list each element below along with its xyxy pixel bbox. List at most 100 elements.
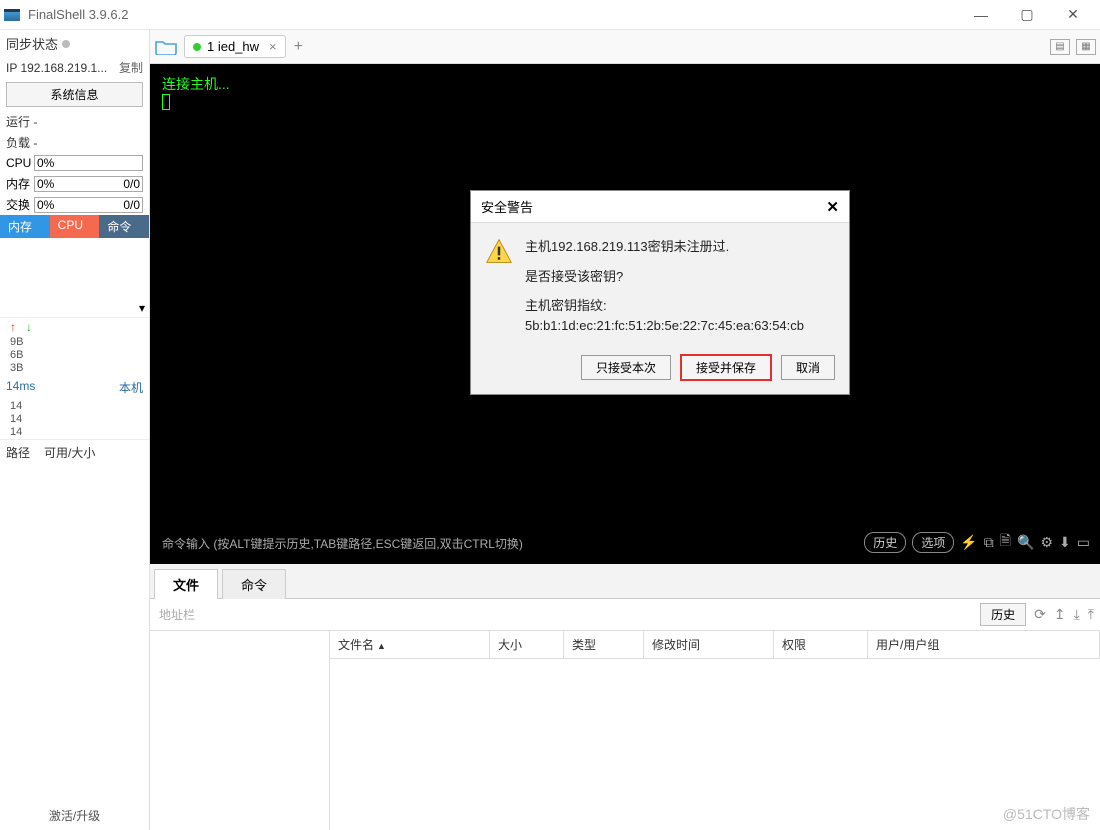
swap-value: 0%	[37, 198, 54, 212]
file-list: 文件名▲ 大小 类型 修改时间 权限 用户/用户组	[330, 631, 1100, 830]
sync-status: 同步状态	[0, 30, 149, 57]
history-button[interactable]: 历史	[864, 532, 906, 553]
col-user[interactable]: 用户/用户组	[868, 631, 1100, 658]
tab-files[interactable]: 文件	[154, 569, 218, 599]
col-perm[interactable]: 权限	[774, 631, 868, 658]
tab-close-icon[interactable]: ×	[269, 39, 277, 54]
address-input[interactable]: 地址栏	[156, 603, 972, 626]
close-button[interactable]: ✕	[1050, 0, 1096, 30]
cancel-button[interactable]: 取消	[781, 355, 835, 380]
ping-value: 14ms	[6, 379, 35, 396]
tab-command[interactable]: 命令	[99, 215, 149, 238]
layout-grid-icon[interactable]: ▤	[1050, 39, 1070, 55]
upload-arrow-icon: ↑	[10, 320, 16, 334]
content-area: 1 ied_hw × + ▤ ▦ 连接主机... 命令输入 (按ALT键提示历史…	[150, 30, 1100, 830]
disk-path-label: 路径	[6, 444, 30, 461]
sort-asc-icon: ▲	[377, 641, 386, 651]
terminal-toolbar: 历史 选项 ⚡ ⧉ 🗎 🔍 ⚙ ⬇ ▭	[864, 530, 1090, 554]
col-size[interactable]: 大小	[490, 631, 564, 658]
memory-label: 内存	[6, 175, 34, 192]
app-icon	[4, 9, 20, 21]
fullscreen-icon[interactable]: ▭	[1077, 534, 1090, 551]
disk-size-label: 可用/大小	[44, 444, 95, 461]
uptime-line: 运行 -	[0, 111, 149, 132]
dialog-title: 安全警告	[481, 197, 533, 216]
ip-text: IP 192.168.219.1...	[6, 61, 107, 75]
folder-open-icon[interactable]	[154, 37, 178, 57]
accept-save-button[interactable]: 接受并保存	[681, 355, 771, 380]
traffic-y-labels: 9B 6B 3B	[0, 336, 149, 375]
add-tab-button[interactable]: +	[294, 38, 303, 56]
memory-total: 0/0	[123, 177, 140, 191]
session-tab[interactable]: 1 ied_hw ×	[184, 35, 286, 58]
traffic-row: ↑ ↓	[0, 318, 149, 336]
download-icon[interactable]: ⬇	[1059, 534, 1071, 551]
watermark: @51CTO博客	[1003, 804, 1090, 824]
col-filename[interactable]: 文件名▲	[330, 631, 490, 658]
tab-label: 1 ied_hw	[207, 39, 259, 54]
app-title: FinalShell 3.9.6.2	[28, 7, 128, 22]
warning-icon	[485, 237, 513, 265]
copy-icon[interactable]: ⧉	[984, 534, 994, 551]
window-controls: — ▢ ✕	[958, 0, 1096, 30]
sync-dot-icon	[62, 40, 70, 48]
layout-buttons: ▤ ▦	[1050, 39, 1096, 55]
address-history-button[interactable]: 历史	[980, 603, 1026, 626]
file-columns: 文件名▲ 大小 类型 修改时间 权限 用户/用户组	[330, 631, 1100, 659]
download2-icon[interactable]: ⤒	[1088, 606, 1094, 623]
search-icon[interactable]: 🔍	[1017, 534, 1034, 551]
dialog-titlebar: 安全警告 ✕	[471, 191, 849, 223]
accept-once-button[interactable]: 只接受本次	[581, 355, 671, 380]
monitor-tabs: 内存 CPU 命令	[0, 215, 149, 238]
system-info-button[interactable]: 系统信息	[6, 82, 143, 107]
col-mtime[interactable]: 修改时间	[644, 631, 774, 658]
tab-memory[interactable]: 内存	[0, 215, 50, 238]
security-dialog: 安全警告 ✕ 主机192.168.219.113密钥未注册过. 是否接受该密钥?…	[470, 190, 850, 395]
maximize-button[interactable]: ▢	[1004, 0, 1050, 30]
ping-series: 14 14 14	[0, 400, 149, 439]
tab-cpu[interactable]: CPU	[50, 215, 100, 238]
memory-meter: 内存 0% 0/0	[0, 173, 149, 194]
titlebar: FinalShell 3.9.6.2 — ▢ ✕	[0, 0, 1100, 30]
gear-icon[interactable]: ⚙	[1040, 534, 1053, 551]
memory-chart: ▾	[0, 238, 149, 318]
cpu-value: 0%	[37, 156, 54, 170]
file-area: 文件名▲ 大小 类型 修改时间 权限 用户/用户组	[150, 631, 1100, 830]
options-button[interactable]: 选项	[912, 532, 954, 553]
copy-button[interactable]: 复制	[119, 59, 143, 76]
upload-icon[interactable]: ⤓	[1074, 606, 1080, 623]
refresh-icon[interactable]: ⟳	[1034, 606, 1046, 623]
download-arrow-icon: ↓	[26, 320, 32, 334]
local-host-button[interactable]: 本机	[119, 379, 143, 396]
fingerprint-value: 5b:b1:1d:ec:21:fc:51:2b:5e:22:7c:45:ea:6…	[525, 318, 804, 333]
ip-row: IP 192.168.219.1... 复制	[0, 57, 149, 78]
load-line: 负载 -	[0, 132, 149, 153]
lightning-icon[interactable]: ⚡	[960, 534, 977, 551]
tab-bar: 1 ied_hw × + ▤ ▦	[150, 30, 1100, 64]
swap-label: 交换	[6, 196, 34, 213]
lower-tabs: 文件 命令	[150, 564, 1100, 599]
dialog-buttons: 只接受本次 接受并保存 取消	[471, 355, 849, 394]
sync-label: 同步状态	[6, 34, 58, 53]
chevron-down-icon[interactable]: ▾	[139, 301, 145, 315]
tab-commands[interactable]: 命令	[222, 569, 286, 599]
terminal-line: 连接主机...	[162, 74, 1088, 94]
up-icon[interactable]: ↥	[1054, 606, 1066, 623]
sidebar: 同步状态 IP 192.168.219.1... 复制 系统信息 运行 - 负载…	[0, 30, 150, 830]
disk-header: 路径 可用/大小	[0, 439, 149, 465]
ping-row: 14ms 本机	[0, 375, 149, 400]
swap-total: 0/0	[123, 198, 140, 212]
file-icon[interactable]: 🗎	[1000, 530, 1011, 554]
memory-value: 0%	[37, 177, 54, 191]
cursor-icon	[162, 94, 170, 110]
dialog-text: 主机192.168.219.113密钥未注册过. 是否接受该密钥? 主机密钥指纹…	[525, 237, 804, 345]
minimize-button[interactable]: —	[958, 0, 1004, 30]
col-type[interactable]: 类型	[564, 631, 644, 658]
layout-list-icon[interactable]: ▦	[1076, 39, 1096, 55]
activate-button[interactable]: 激活/升级	[0, 801, 149, 830]
status-dot-icon	[193, 43, 201, 51]
address-row: 地址栏 历史 ⟳ ↥ ⤓ ⤒	[150, 599, 1100, 631]
folder-tree[interactable]	[150, 631, 330, 830]
swap-meter: 交换 0% 0/0	[0, 194, 149, 215]
dialog-close-icon[interactable]: ✕	[826, 198, 839, 216]
